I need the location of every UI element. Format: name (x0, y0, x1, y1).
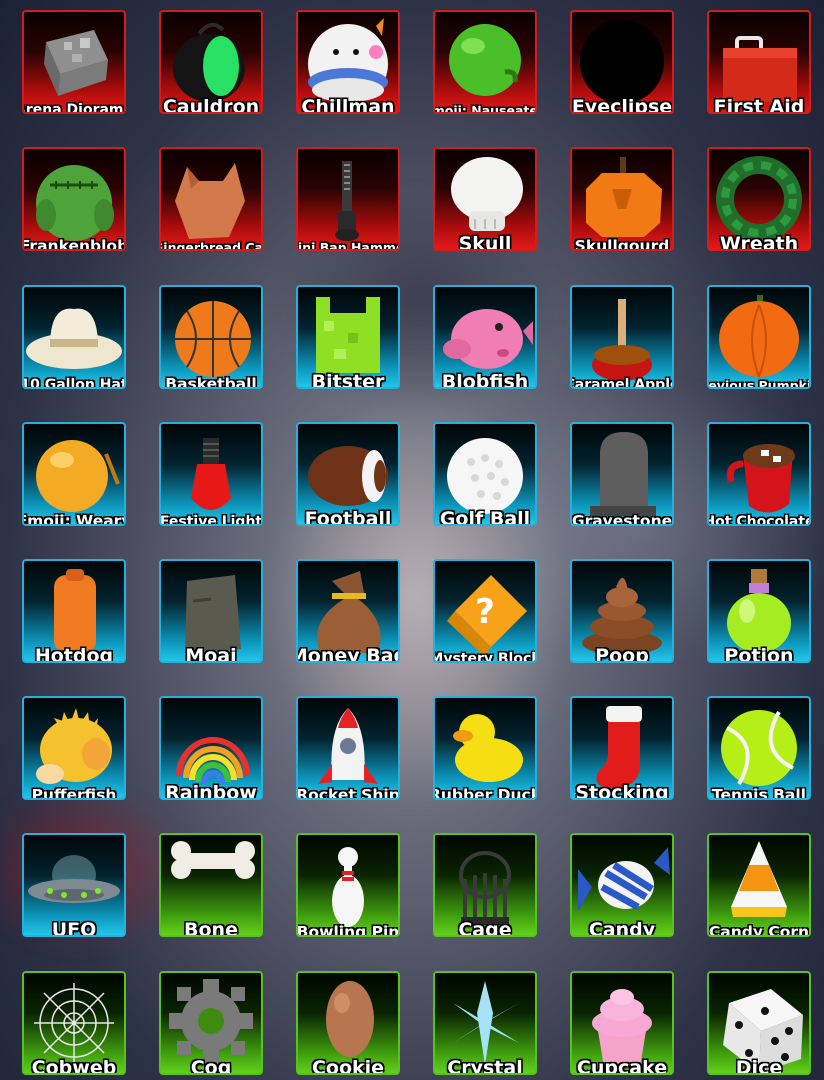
gravestone-icon (590, 432, 656, 516)
inventory-item-tennis-ball[interactable]: Tennis Ball (707, 696, 811, 800)
inventory-item-hotdog[interactable]: Hotdog (22, 559, 126, 663)
hot-chocolate-icon (726, 444, 795, 513)
moai-icon (185, 575, 241, 653)
cage-icon (459, 851, 511, 925)
inventory-item-cog[interactable]: Cog (159, 971, 263, 1075)
ban-hammer-icon (335, 161, 359, 241)
nauseated-emoji-icon (449, 24, 521, 96)
mystery-block-icon: ? (447, 575, 527, 657)
wreath-icon (716, 156, 802, 242)
inventory-item-rubber-duck[interactable]: Rubber Duck (433, 696, 537, 800)
hotdog-icon (54, 569, 96, 653)
blobfish-icon (443, 309, 533, 369)
inventory-item-ufo[interactable]: UFO (22, 833, 126, 937)
dice-icon (723, 989, 803, 1073)
cauldron-icon (173, 22, 245, 102)
inventory-item-wreath[interactable]: Wreath (707, 147, 811, 251)
arena-diorama-icon (44, 30, 108, 96)
money-bag-icon (317, 571, 381, 653)
inventory-item-stocking[interactable]: Stocking (570, 696, 674, 800)
chillman-icon (308, 18, 388, 104)
skull-icon (451, 157, 523, 231)
inventory-item-money-bag[interactable]: Money Bag (296, 559, 400, 663)
potion-icon (727, 569, 791, 653)
weary-emoji-icon (36, 440, 120, 512)
inventory-item-emoji-weary[interactable]: Emoji: Weary (22, 422, 126, 526)
inventory-item-10-gallon-hat[interactable]: 10 Gallon Hat (22, 285, 126, 389)
inventory-item-candy-corn[interactable]: Candy Corn (707, 833, 811, 937)
caramel-apple-icon (592, 299, 652, 381)
inventory-item-bitster[interactable]: Bitster (296, 285, 400, 389)
inventory-item-chillman[interactable]: Chillman (296, 10, 400, 114)
inventory-item-cauldron[interactable]: Cauldron (159, 10, 263, 114)
stocking-icon (596, 706, 642, 789)
inventory-item-moai[interactable]: Moai (159, 559, 263, 663)
inventory-item-potion[interactable]: Potion (707, 559, 811, 663)
bitster-icon (316, 297, 380, 373)
festive-light-icon (191, 438, 231, 510)
inventory-grid: Arena Diorama Cauldron Chillman Emoji: Naus… (0, 0, 824, 1080)
rubber-duck-icon (453, 714, 523, 782)
candy-icon (578, 847, 670, 911)
inventory-item-gravestone[interactable]: Gravestone (570, 422, 674, 526)
inventory-item-mini-ban-hammer[interactable]: Mini Ban Hammer (296, 147, 400, 251)
inventory-item-bowling-pin[interactable]: Bowling Pin (296, 833, 400, 937)
inventory-item-first-aid[interactable]: First Aid (707, 10, 811, 114)
inventory-item-football[interactable]: Football (296, 422, 400, 526)
inventory-item-basketball[interactable]: Basketball (159, 285, 263, 389)
rainbow-icon (176, 737, 250, 785)
candy-corn-icon (731, 841, 787, 917)
crystal-icon (453, 981, 519, 1065)
inventory-item-hot-chocolate[interactable]: Hot Chocolate (707, 422, 811, 526)
cowboy-hat-icon (26, 308, 122, 369)
frankenblob-icon (36, 165, 114, 241)
inventory-item-skull[interactable]: Skull (433, 147, 537, 251)
inventory-item-devious-pumpkin[interactable]: Devious Pumpkin (707, 285, 811, 389)
inventory-item-golf-ball[interactable]: Golf Ball (433, 422, 537, 526)
inventory-item-bone[interactable]: Bone (159, 833, 263, 937)
inventory-item-skullgourd[interactable]: Skullgourd (570, 147, 674, 251)
cobweb-icon (34, 983, 114, 1063)
basketball-icon (175, 301, 251, 377)
inventory-item-dice[interactable]: Dice (707, 971, 811, 1075)
first-aid-kit-icon (723, 36, 797, 102)
inventory-item-cage[interactable]: Cage (433, 833, 537, 937)
football-icon (308, 446, 388, 506)
pumpkin-icon (719, 295, 799, 378)
inventory-item-candy[interactable]: Candy (570, 833, 674, 937)
inventory-item-gingerbread-cat[interactable]: Gingerbread Cat (159, 147, 263, 251)
inventory-item-rocket-ship[interactable]: Rocket Ship (296, 696, 400, 800)
poop-icon (582, 577, 662, 655)
rocket-ship-icon (318, 708, 378, 784)
cog-icon (169, 979, 253, 1063)
inventory-item-eyeclipse[interactable]: Eyeclipse (570, 10, 674, 114)
gingerbread-cat-icon (175, 163, 245, 239)
inventory-item-frankenblob[interactable]: Frankenblob (22, 147, 126, 251)
skullgourd-icon (586, 157, 662, 237)
inventory-item-arena-diorama[interactable]: Arena Diorama (22, 10, 126, 114)
pufferfish-icon (36, 708, 112, 784)
inventory-item-festive-light[interactable]: Festive Light (159, 422, 263, 526)
cupcake-icon (592, 989, 652, 1067)
bowling-pin-icon (332, 847, 364, 927)
inventory-item-poop[interactable]: Poop (570, 559, 674, 663)
inventory-item-pufferfish[interactable]: Pufferfish (22, 696, 126, 800)
tennis-ball-icon (721, 710, 797, 786)
golf-ball-icon (447, 438, 523, 514)
ufo-icon (28, 855, 120, 903)
inventory-item-blobfish[interactable]: Blobfish (433, 285, 537, 389)
inventory-item-cobweb[interactable]: Cobweb (22, 971, 126, 1075)
inventory-item-crystal[interactable]: Crystal (433, 971, 537, 1075)
cookie-icon (326, 981, 374, 1057)
inventory-item-emoji-nauseated[interactable]: Emoji: Nauseated (433, 10, 537, 114)
inventory-item-mystery-block[interactable]: ? Mystery Block (433, 559, 537, 663)
inventory-item-cupcake[interactable]: Cupcake (570, 971, 674, 1075)
eyeclipse-icon (580, 20, 664, 104)
inventory-item-rainbow[interactable]: Rainbow (159, 696, 263, 800)
svg-text:?: ? (475, 592, 495, 632)
bone-icon (171, 841, 255, 879)
inventory-item-cookie[interactable]: Cookie (296, 971, 400, 1075)
inventory-item-caramel-apple[interactable]: Caramel Apple (570, 285, 674, 389)
